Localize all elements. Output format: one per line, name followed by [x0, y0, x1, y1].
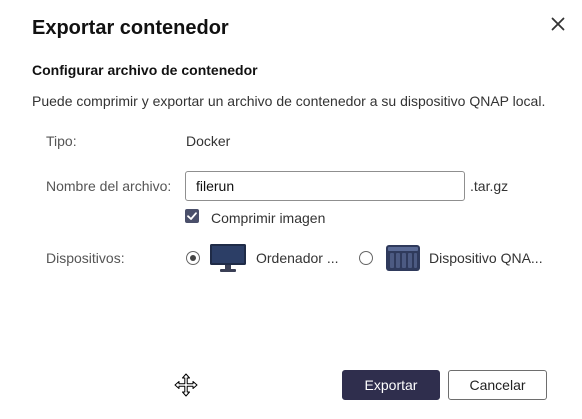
dialog-title: Exportar contenedor — [32, 17, 229, 39]
radio-selected-dot — [189, 254, 196, 261]
close-icon[interactable] — [546, 12, 570, 36]
type-value: Docker — [186, 133, 231, 149]
export-button[interactable]: Exportar — [342, 370, 440, 400]
device-radio-qnap[interactable] — [359, 251, 373, 265]
checkmark-icon — [187, 212, 197, 220]
type-label: Tipo: — [46, 133, 77, 149]
devices-label: Dispositivos: — [46, 250, 125, 266]
section-description: Puede comprimir y exportar un archivo de… — [32, 93, 546, 109]
compress-image-checkbox[interactable] — [185, 209, 199, 223]
move-cursor-icon — [174, 373, 198, 397]
nas-device-icon — [386, 245, 420, 271]
filename-label: Nombre del archivo: — [46, 178, 172, 194]
device-radio-computer[interactable] — [186, 251, 200, 265]
section-title: Configurar archivo de contenedor — [32, 62, 258, 78]
device-label-qnap[interactable]: Dispositivo QNA... — [429, 249, 543, 267]
compress-image-label[interactable]: Comprimir imagen — [211, 209, 325, 227]
export-container-dialog: Exportar contenedor Configurar archivo d… — [0, 0, 582, 419]
filename-input[interactable] — [185, 171, 465, 201]
filename-suffix: .tar.gz — [470, 178, 509, 194]
device-label-computer[interactable]: Ordenador ... — [256, 249, 339, 267]
cancel-button[interactable]: Cancelar — [448, 370, 547, 400]
monitor-icon — [210, 244, 246, 272]
